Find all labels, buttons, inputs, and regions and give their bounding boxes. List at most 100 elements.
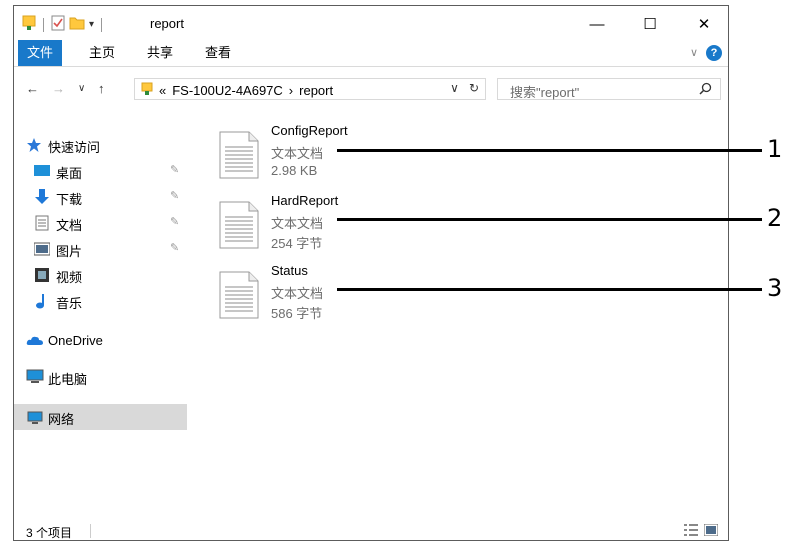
search-box[interactable]: 搜索"report"	[497, 78, 721, 100]
pin-icon[interactable]: ✎	[170, 241, 179, 254]
title-bar: ▾ report — ☐ ✕	[14, 6, 728, 40]
tab-home[interactable]: 主页	[80, 40, 124, 66]
breadcrumb-device[interactable]: FS-100U2-4A697C	[172, 83, 283, 98]
callout-number-1: 1	[767, 135, 783, 163]
close-button[interactable]: ✕	[684, 12, 724, 36]
music-icon	[34, 293, 50, 309]
nav-label: 下载	[56, 192, 83, 207]
videos-icon	[34, 267, 50, 283]
file-item[interactable]: HardReport 文本文档 254 字节	[219, 193, 549, 253]
computer-icon	[26, 369, 44, 385]
breadcrumb-report[interactable]: report	[299, 83, 333, 98]
path-overflow[interactable]: «	[159, 83, 166, 98]
callout-line-2	[337, 218, 762, 221]
pictures-icon	[33, 241, 51, 257]
maximize-icon: ☐	[643, 16, 657, 33]
toolbar-divider	[43, 17, 44, 32]
text-document-icon	[219, 201, 259, 252]
nav-this-pc[interactable]: 此电脑	[14, 364, 187, 390]
file-size: 254 字节	[271, 236, 323, 251]
toolbar-divider	[101, 17, 103, 32]
navigation-row: ← → ∨ ↑ « FS-100U2-4A697C › report ∨ ↻ 搜…	[14, 74, 728, 104]
nav-quick-access[interactable]: 快速访问	[14, 132, 187, 158]
details-view-icon[interactable]	[684, 524, 698, 539]
nav-label: 桌面	[56, 166, 83, 181]
nav-network[interactable]: 网络	[14, 404, 187, 430]
forward-button[interactable]: →	[52, 81, 65, 96]
recent-locations-button[interactable]: ∨	[78, 83, 85, 94]
nav-videos[interactable]: 视频	[14, 262, 187, 288]
minimize-icon: —	[589, 15, 605, 33]
file-item[interactable]: Status 文本文档 586 字节	[219, 263, 549, 323]
up-button[interactable]: ↑	[98, 81, 105, 96]
callout-number-2: 2	[767, 204, 783, 232]
nav-onedrive[interactable]: OneDrive	[14, 328, 187, 354]
callout-line-1	[337, 149, 762, 152]
navigation-pane: 快速访问 桌面 ✎ 下载 ✎ 文档 ✎ 图片 ✎ 视频 音乐 OneDrive …	[14, 110, 187, 510]
pin-icon[interactable]: ✎	[170, 215, 179, 228]
tab-view[interactable]: 查看	[196, 40, 240, 66]
search-input[interactable]: 搜索"report"	[510, 82, 579, 101]
folder-pin-icon	[141, 82, 153, 99]
address-bar[interactable]: « FS-100U2-4A697C › report ∨ ↻	[134, 78, 486, 100]
status-bar: 3 个项目	[14, 520, 728, 542]
properties-icon[interactable]	[51, 15, 65, 34]
explorer-window: ▾ report — ☐ ✕ 文件 主页 共享 查看 ∨ ? ← → ∨ ↑ «…	[13, 5, 729, 541]
network-icon	[26, 409, 43, 425]
download-icon	[34, 189, 50, 205]
maximize-button[interactable]: ☐	[630, 12, 670, 36]
nav-label: 网络	[48, 412, 75, 427]
nav-label: OneDrive	[48, 333, 103, 348]
nav-label: 文档	[56, 218, 83, 233]
item-count: 3 个项目	[26, 526, 73, 540]
file-name: HardReport	[271, 193, 339, 208]
window-title: report	[150, 16, 184, 31]
file-name: Status	[271, 263, 308, 278]
file-type: 文本文档	[271, 146, 324, 161]
large-icons-view-icon[interactable]	[703, 523, 719, 539]
minimize-button[interactable]: —	[577, 12, 617, 36]
file-item[interactable]: ConfigReport 文本文档 2.98 KB	[219, 123, 549, 183]
desktop-icon	[34, 163, 50, 179]
file-type: 文本文档	[271, 286, 324, 301]
status-divider	[90, 524, 91, 538]
close-icon: ✕	[697, 16, 711, 33]
nav-documents[interactable]: 文档 ✎	[14, 210, 187, 236]
nav-label: 视频	[56, 270, 83, 285]
nav-label: 图片	[56, 244, 83, 259]
nav-label: 快速访问	[48, 140, 101, 155]
nav-desktop[interactable]: 桌面 ✎	[14, 158, 187, 184]
expand-ribbon-icon[interactable]: ∨	[690, 46, 698, 59]
tab-file[interactable]: 文件	[18, 40, 63, 66]
search-icon[interactable]	[699, 82, 712, 98]
star-icon	[26, 137, 42, 153]
callout-line-3	[337, 288, 762, 291]
refresh-icon[interactable]: ↻	[469, 81, 479, 95]
file-name: ConfigReport	[271, 123, 348, 138]
address-dropdown-icon[interactable]: ∨	[450, 81, 459, 95]
folder-pin-icon[interactable]	[22, 15, 36, 34]
file-type: 文本文档	[271, 216, 324, 231]
file-size: 2.98 KB	[271, 163, 318, 178]
pin-icon[interactable]: ✎	[170, 163, 179, 176]
back-button[interactable]: ←	[26, 81, 39, 96]
new-folder-icon[interactable]	[69, 16, 85, 33]
pin-icon[interactable]: ✎	[170, 189, 179, 202]
nav-label: 此电脑	[48, 372, 88, 387]
customize-toolbar-icon[interactable]: ▾	[89, 19, 94, 30]
breadcrumb-separator[interactable]: ›	[289, 83, 293, 98]
callout-number-3: 3	[767, 274, 783, 302]
nav-music[interactable]: 音乐	[14, 288, 187, 314]
text-document-icon	[219, 271, 259, 322]
ribbon-tabs: 文件 主页 共享 查看 ∨ ?	[14, 40, 728, 67]
documents-icon	[34, 215, 50, 231]
text-document-icon	[219, 131, 259, 182]
help-icon[interactable]: ?	[706, 45, 722, 61]
cloud-icon	[26, 333, 43, 349]
tab-share[interactable]: 共享	[138, 40, 182, 66]
quick-access-toolbar: ▾	[22, 15, 105, 34]
nav-downloads[interactable]: 下载 ✎	[14, 184, 187, 210]
nav-pictures[interactable]: 图片 ✎	[14, 236, 187, 262]
file-size: 586 字节	[271, 306, 323, 321]
nav-label: 音乐	[56, 296, 83, 311]
